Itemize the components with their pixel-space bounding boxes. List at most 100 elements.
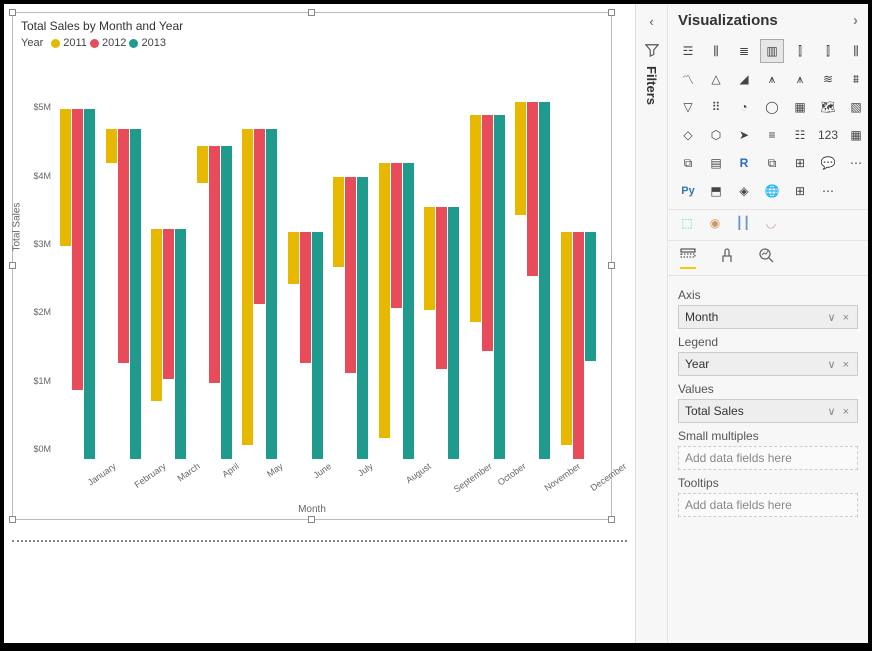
r-visual-icon[interactable]: R — [732, 151, 756, 175]
legend-well-actions[interactable]: ∨ × — [827, 358, 851, 371]
funnel-icon[interactable]: ▽ — [676, 95, 700, 119]
bar[interactable] — [197, 146, 208, 182]
stacked-bar-100-icon[interactable]: ≣ — [732, 39, 756, 63]
chart-visual[interactable]: Total Sales by Month and Year Year 2011 … — [12, 12, 612, 520]
bar[interactable] — [527, 102, 538, 276]
bar[interactable] — [482, 115, 493, 351]
stacked-area-icon[interactable]: ◢ — [732, 67, 756, 91]
bar[interactable] — [573, 232, 584, 459]
axis-well[interactable]: Month∨ × — [678, 305, 858, 329]
multi-card-icon[interactable]: ☷ — [788, 123, 812, 147]
clustered-column-icon[interactable]: ▥ — [760, 39, 784, 63]
group-icon[interactable]: ┃┃ — [732, 212, 754, 234]
pie-icon[interactable]: ◔ — [732, 95, 756, 119]
bar[interactable] — [209, 146, 220, 383]
bar[interactable] — [585, 232, 596, 361]
bar[interactable] — [436, 207, 447, 369]
waterfall-icon[interactable]: ⩩ — [844, 67, 868, 91]
bar[interactable] — [494, 115, 505, 459]
bar[interactable] — [151, 229, 162, 401]
bar[interactable] — [84, 109, 95, 460]
key-influencers-icon[interactable]: 💬 — [816, 151, 840, 175]
ai-visual-icon[interactable]: ⬚ — [676, 212, 698, 234]
bar[interactable] — [60, 109, 71, 246]
bar[interactable] — [300, 232, 311, 363]
bar[interactable] — [424, 207, 435, 310]
table-icon[interactable]: ⧉ — [676, 151, 700, 175]
bar[interactable] — [254, 129, 265, 304]
shape-map-icon[interactable]: ◇ — [676, 123, 700, 147]
legend-well[interactable]: Year∨ × — [678, 352, 858, 376]
scatter-icon[interactable]: ⠿ — [704, 95, 728, 119]
matrix-icon[interactable]: ▤ — [704, 151, 728, 175]
more-visuals-icon[interactable]: ⋯ — [816, 179, 840, 203]
bar[interactable] — [221, 146, 232, 459]
bar[interactable] — [288, 232, 299, 284]
bar[interactable] — [515, 102, 526, 215]
values-well-actions[interactable]: ∨ × — [827, 405, 851, 418]
bar[interactable] — [106, 129, 117, 163]
bar[interactable] — [448, 207, 459, 459]
bar[interactable] — [175, 229, 186, 459]
stacked-column-icon[interactable]: ⫿ — [788, 39, 812, 63]
key-drivers-icon[interactable]: ◉ — [704, 212, 726, 234]
x-tick: January — [86, 461, 118, 488]
line-clustered-icon[interactable]: ⩚ — [760, 67, 784, 91]
stacked-column-100-icon[interactable]: ⫿ — [816, 39, 840, 63]
bar[interactable] — [72, 109, 83, 391]
slicer-icon[interactable]: ▦ — [844, 123, 868, 147]
qa-icon[interactable]: ⊞ — [788, 151, 812, 175]
bar[interactable] — [379, 163, 390, 438]
values-well[interactable]: Total Sales∨ × — [678, 399, 858, 423]
line-stacked-icon[interactable]: ⩚ — [788, 67, 812, 91]
bar[interactable] — [333, 177, 344, 266]
fields-tab[interactable] — [680, 247, 696, 269]
bar[interactable] — [539, 102, 550, 459]
expand-filters-icon[interactable]: ‹ — [636, 14, 667, 29]
bar[interactable] — [403, 163, 414, 459]
bar[interactable] — [163, 229, 174, 379]
legend-well-label: Legend — [678, 335, 858, 349]
axis-well-actions[interactable]: ∨ × — [827, 311, 851, 324]
filled-map-icon[interactable]: ▧ — [844, 95, 868, 119]
paginated-icon[interactable]: ⬒ — [704, 179, 728, 203]
analytics-tab[interactable] — [758, 247, 774, 269]
distribution-icon[interactable]: ◡ — [760, 212, 782, 234]
filters-panel-collapsed[interactable]: ‹ Filters — [636, 4, 668, 643]
map-icon[interactable]: 🗺 — [816, 95, 840, 119]
bar[interactable] — [561, 232, 572, 445]
py-visual-icon[interactable]: Py — [676, 179, 700, 203]
stacked-bar-icon[interactable]: ☲ — [676, 39, 700, 63]
decomp-tree-icon[interactable]: ⧉ — [760, 151, 784, 175]
bar[interactable] — [242, 129, 253, 445]
x-tick: November — [543, 461, 583, 493]
gauge-icon[interactable]: ⬡ — [704, 123, 728, 147]
bar[interactable] — [470, 115, 481, 321]
smart-narrative-icon[interactable]: ⋯ — [844, 151, 868, 175]
bar[interactable] — [312, 232, 323, 459]
bar[interactable] — [357, 177, 368, 459]
area-chart-icon[interactable]: △ — [704, 67, 728, 91]
treemap-icon[interactable]: ▦ — [788, 95, 812, 119]
clustered-bar-icon[interactable]: ⫼ — [704, 39, 728, 63]
100-bar-icon[interactable]: ⫼ — [844, 39, 868, 63]
arcgis-icon[interactable]: ◈ — [732, 179, 756, 203]
powerapps-icon[interactable]: 🌐 — [760, 179, 784, 203]
tooltips-well[interactable]: Add data fields here — [678, 493, 858, 517]
donut-icon[interactable]: ◯ — [760, 95, 784, 119]
bar[interactable] — [130, 129, 141, 459]
azure-map-icon[interactable]: ➤ — [732, 123, 756, 147]
bar[interactable] — [266, 129, 277, 459]
line-chart-icon[interactable]: 〽 — [676, 67, 700, 91]
ribbon-chart-icon[interactable]: ≋ — [816, 67, 840, 91]
collapse-visualizations-icon[interactable]: › — [853, 12, 858, 29]
format-tab[interactable] — [720, 247, 734, 269]
card-icon[interactable]: ≡ — [760, 123, 784, 147]
automate-icon[interactable]: ⊞ — [788, 179, 812, 203]
bar[interactable] — [118, 129, 129, 363]
bar[interactable] — [391, 163, 402, 307]
small-multiples-well[interactable]: Add data fields here — [678, 446, 858, 470]
bar[interactable] — [345, 177, 356, 373]
kpi-icon[interactable]: 123 — [816, 123, 840, 147]
filters-label: Filters — [644, 66, 659, 105]
